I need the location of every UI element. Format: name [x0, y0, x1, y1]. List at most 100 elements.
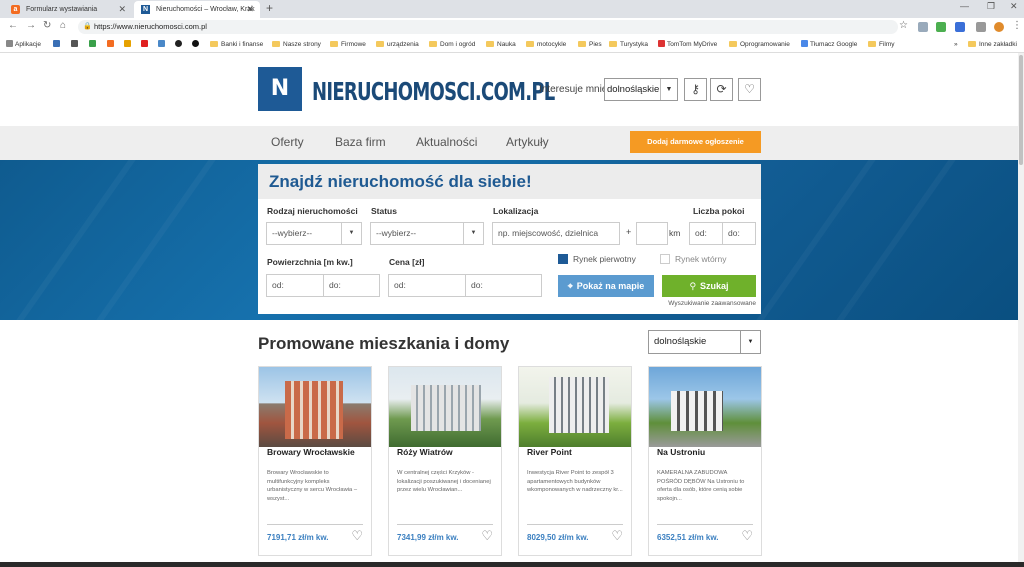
listing-price: 8029,50 zł/m kw. [527, 533, 589, 542]
area-to[interactable]: do: [324, 275, 341, 296]
reload-icon[interactable]: ↻ [43, 20, 51, 31]
listing-card[interactable]: Róży Wiatrów W centralnej części Krzyków… [388, 366, 502, 556]
bookmark-nasze[interactable]: Nasze strony [272, 36, 321, 53]
price-range[interactable]: od: do: [388, 274, 542, 297]
bookmark-oprogramowanie[interactable]: Oprogramowanie [729, 36, 790, 53]
distance-input[interactable] [636, 222, 668, 245]
menu-item-baza-firm[interactable]: Baza firm [335, 135, 386, 149]
bookmark-motocykle[interactable]: motocykle [526, 36, 566, 53]
cast-icon[interactable] [976, 22, 986, 32]
search-panel: Znajdź nieruchomość dla siebie! Rodzaj n… [258, 164, 761, 314]
refresh-icon[interactable]: ⟳ [710, 78, 733, 101]
type-select[interactable]: --wybierz-- ▼ [266, 222, 362, 245]
rooms-to[interactable]: do: [723, 223, 740, 244]
close-window-icon[interactable]: ✕ [1010, 1, 1018, 12]
tomtom-icon [658, 40, 665, 47]
bookmark-banki[interactable]: Banki i finanse [210, 36, 263, 53]
avatar[interactable] [994, 22, 1004, 32]
favorite-heart-icon[interactable]: ♡ [741, 528, 753, 544]
bookmark-icon-link[interactable] [53, 36, 62, 53]
heart-icon[interactable]: ♡ [738, 78, 761, 101]
bookmark-icon-link[interactable] [71, 36, 80, 53]
menu-icon[interactable]: ⋮ [1012, 20, 1022, 31]
price-to[interactable]: do: [466, 275, 483, 296]
search-icon: ⚲ [689, 281, 697, 291]
rooms-from[interactable]: od: [690, 223, 723, 244]
url-field[interactable]: 🔒 https://www.nieruchomosci.com.pl [78, 20, 898, 34]
bookmark-dom[interactable]: Dom i ogród [429, 36, 475, 53]
area-range[interactable]: od: do: [266, 274, 380, 297]
favorite-heart-icon[interactable]: ♡ [611, 528, 623, 544]
tab-nieruchomosci[interactable]: N Nieruchomości – Wrocław, Krak ✕ [134, 1, 260, 18]
extension-icon[interactable] [918, 22, 928, 32]
bookmark-apps[interactable]: Aplikacje [6, 36, 41, 53]
close-tab-icon[interactable]: ✕ [246, 1, 254, 18]
key-icon[interactable]: ⚷ [684, 78, 707, 101]
listing-title[interactable]: River Point [527, 447, 572, 457]
section-region-select[interactable]: dolnośląskie ▼ [648, 330, 761, 354]
bookmark-icon-link[interactable] [175, 36, 184, 53]
bookmark-pies[interactable]: Pies [578, 36, 602, 53]
bookmark-icon-link[interactable] [107, 36, 116, 53]
bookmark-turystyka[interactable]: Turystyka [609, 36, 648, 53]
extension-icon[interactable] [955, 22, 965, 32]
bookmark-icon-link[interactable] [89, 36, 98, 53]
forward-icon[interactable]: → [26, 20, 36, 31]
menu-item-artykuly[interactable]: Artykuły [506, 135, 549, 149]
logo-mark[interactable]: N [258, 67, 302, 111]
logo-text[interactable]: NIERUCHOMOSCI.COM.PL [312, 77, 555, 106]
listing-card[interactable]: River Point Inwestycja River Point to ze… [518, 366, 632, 556]
chevron-right-icon[interactable]: » [954, 36, 958, 53]
bookmark-urzadzenia[interactable]: urządzenia [376, 36, 419, 53]
bookmark-icon-link[interactable] [141, 36, 150, 53]
bookmark-inne[interactable]: Inne zakładki [968, 36, 1017, 53]
area-from[interactable]: od: [267, 275, 324, 296]
bookmark-nauka[interactable]: Nauka [486, 36, 516, 53]
listing-image[interactable] [649, 367, 761, 447]
listing-card[interactable]: Browary Wrocławskie Browary Wrocławskie … [258, 366, 372, 556]
status-select[interactable]: --wybierz-- ▼ [370, 222, 484, 245]
bookmark-icon-link[interactable] [158, 36, 167, 53]
region-select[interactable]: dolnośląskie ▼ [604, 78, 678, 101]
minimize-icon[interactable]: — [960, 1, 969, 11]
show-map-button[interactable]: ⌖ Pokaż na mapie [558, 275, 654, 297]
bookmark-firmowe[interactable]: Firmowe [330, 36, 366, 53]
location-input[interactable]: np. miejscowość, dzielnica [492, 222, 620, 245]
close-tab-icon[interactable]: ✕ [118, 1, 126, 18]
back-icon[interactable]: ← [8, 20, 18, 31]
star-icon[interactable]: ☆ [899, 20, 908, 31]
add-listing-button[interactable]: Dodaj darmowe ogłoszenie prywatne [630, 131, 761, 168]
search-button[interactable]: ⚲ Szukaj [662, 275, 756, 297]
listing-image[interactable] [519, 367, 631, 447]
home-icon[interactable]: ⌂ [60, 20, 66, 31]
advanced-search-link[interactable]: Wyszukiwanie zaawansowane [662, 300, 756, 307]
region-value: dolnośląskie [607, 84, 660, 95]
tab-formularz[interactable]: a Formularz wystawiania ✕ [4, 1, 132, 18]
listing-image[interactable] [259, 367, 371, 447]
bookmark-tomtom[interactable]: TomTom MyDrive [658, 36, 717, 53]
rooms-range[interactable]: od: do: [689, 222, 756, 245]
new-tab-icon[interactable]: + [266, 1, 273, 15]
secondary-market-checkbox[interactable]: Rynek wtórny [660, 254, 727, 264]
bookmark-filmy[interactable]: Filmy [868, 36, 895, 53]
primary-market-checkbox[interactable]: Rynek pierwotny [558, 254, 636, 264]
bookmark-icon-link[interactable] [192, 36, 201, 53]
scrollbar[interactable] [1018, 53, 1024, 562]
scrollbar-thumb[interactable] [1019, 55, 1023, 165]
bookmark-icon-link[interactable] [124, 36, 133, 53]
listing-title[interactable]: Na Ustroniu [657, 447, 705, 457]
price-from[interactable]: od: [389, 275, 466, 296]
favorite-heart-icon[interactable]: ♡ [351, 528, 363, 544]
listing-title[interactable]: Browary Wrocławskie [267, 447, 355, 457]
extension-icon[interactable] [936, 22, 946, 32]
menu-item-aktualnosci[interactable]: Aktualności [416, 135, 477, 149]
tab-title: Nieruchomości – Wrocław, Krak [156, 6, 255, 13]
listing-card[interactable]: Na Ustroniu KAMERALNA ZABUDOWA POŚRÓD DĘ… [648, 366, 762, 556]
bookmark-tlumacz[interactable]: Tłumacz Google [801, 36, 857, 53]
maximize-icon[interactable]: ❐ [987, 1, 995, 12]
listing-title[interactable]: Róży Wiatrów [397, 447, 453, 457]
listing-image[interactable] [389, 367, 501, 447]
menu-item-oferty[interactable]: Oferty [271, 135, 304, 149]
listing-description: Browary Wrocławskie to multifunkcyjny ko… [267, 470, 358, 502]
favorite-heart-icon[interactable]: ♡ [481, 528, 493, 544]
